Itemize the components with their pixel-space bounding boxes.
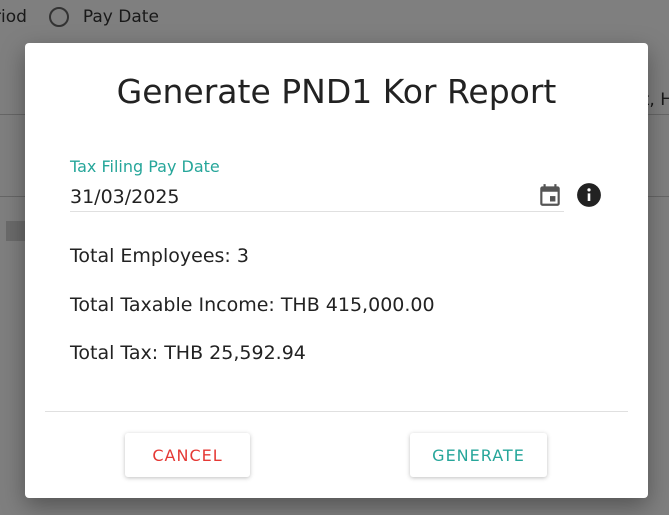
total-employees-text: Total Employees: 3 [70, 245, 249, 267]
dialog-divider [45, 411, 628, 412]
generate-report-dialog: Generate PND1 Kor Report Tax Filing Pay … [25, 43, 648, 498]
pay-date-input[interactable]: 31/03/2025 [70, 183, 564, 212]
dialog-title: Generate PND1 Kor Report [116, 72, 557, 111]
calendar-icon[interactable] [537, 182, 563, 208]
generate-button[interactable]: GENERATE [410, 433, 547, 477]
pay-date-field-label: Tax Filing Pay Date [70, 157, 220, 176]
info-icon[interactable] [576, 182, 602, 208]
cancel-button[interactable]: CANCEL [125, 433, 250, 477]
total-taxable-income-text: Total Taxable Income: THB 415,000.00 [70, 294, 435, 316]
total-tax-text: Total Tax: THB 25,592.94 [70, 342, 306, 364]
